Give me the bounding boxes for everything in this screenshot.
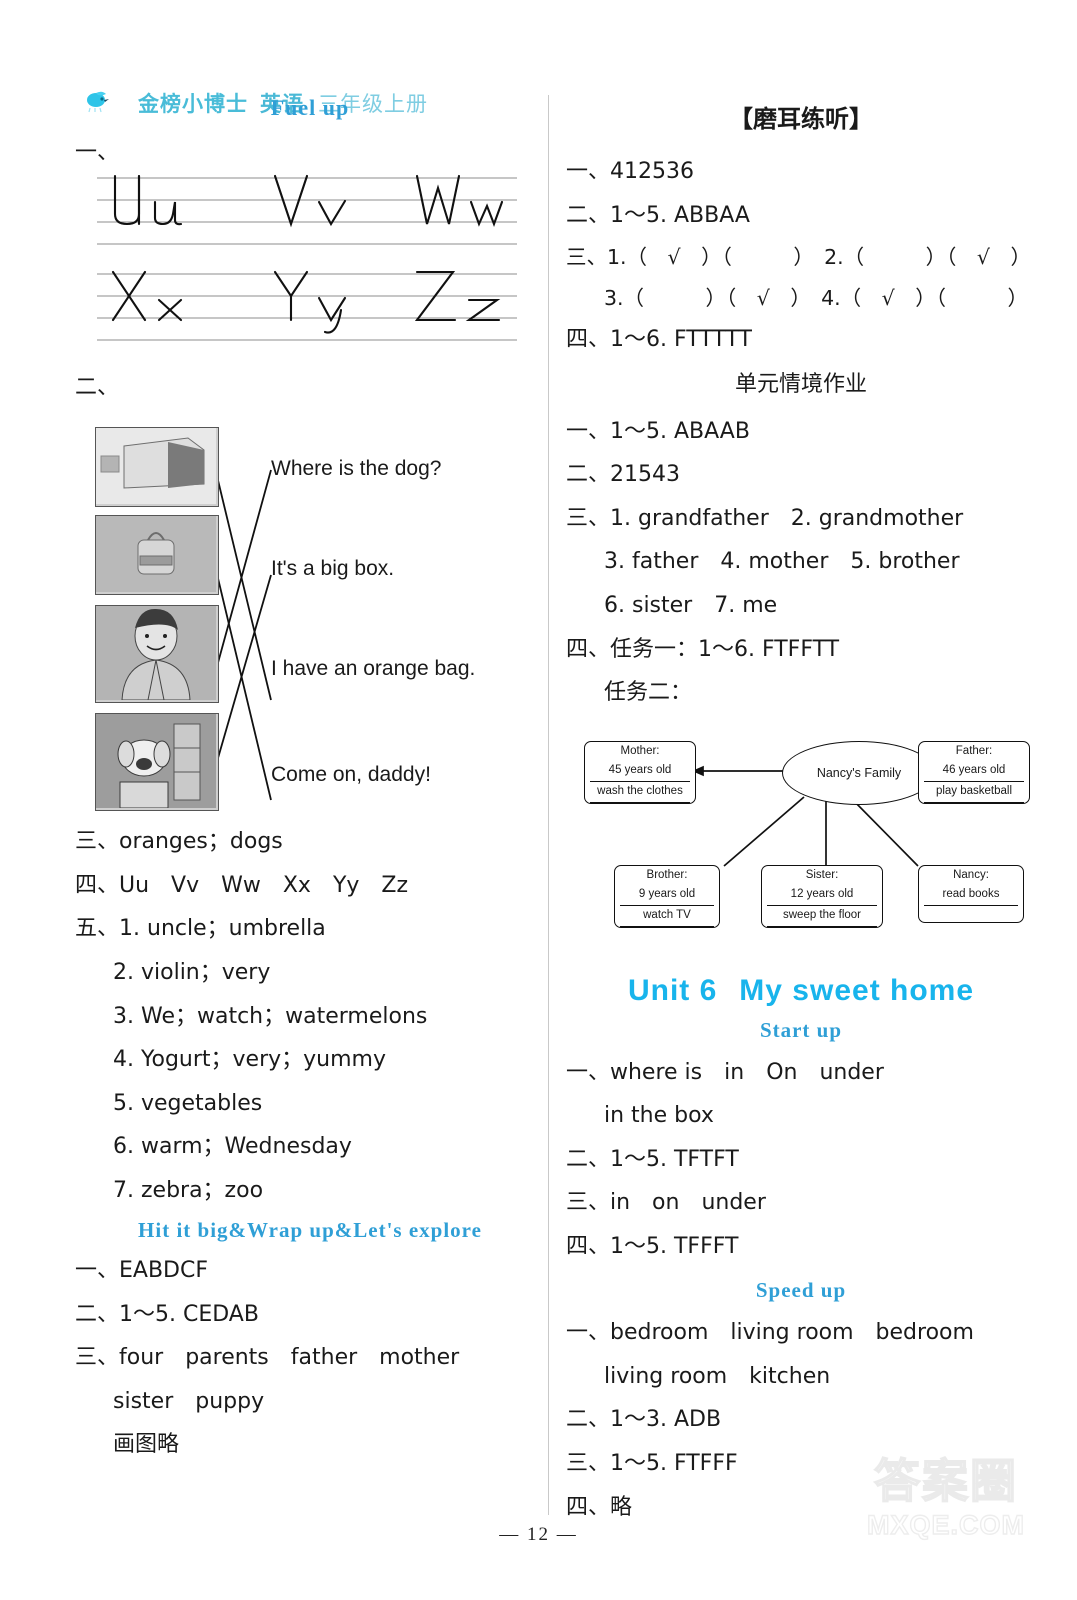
listening-section-title: 【磨耳练听】 xyxy=(729,105,873,133)
right-column: 【磨耳练听】 一、412536 二、1～5. ABBAA 三、1.（ √ ）（ … xyxy=(566,95,1036,1529)
answer-s2-q3-line2: sister puppy xyxy=(113,1388,265,1414)
mother-activity: wash the clothes xyxy=(590,782,690,804)
answer-q5-item-3: 3. We；watch；watermelons xyxy=(113,1003,428,1029)
mother-age: 45 years old xyxy=(590,761,690,783)
sister-activity: sweep the floor xyxy=(767,906,877,928)
q5-marker: 五、 xyxy=(75,916,120,942)
answer-task-q4-line1: 四、任务一：1～6. FTFFTT xyxy=(566,636,840,662)
nancy-family-chart: Nancy's Family Mother: 45 years old wash… xyxy=(566,721,1036,956)
picture-father xyxy=(95,605,219,704)
nancy-title: Nancy: xyxy=(953,868,989,881)
sister-age: 12 years old xyxy=(767,885,877,907)
four-line-guide-row2 xyxy=(97,271,517,341)
answer-s2-q3-line1: 三、four parents father mother xyxy=(75,1345,460,1371)
brother-title: Brother: xyxy=(646,868,688,881)
picture-big-box xyxy=(95,427,219,508)
speed-up-title: Speed up xyxy=(755,1278,847,1303)
answer-s2-q2: 二、1～5. CEDAB xyxy=(75,1301,259,1327)
column-divider xyxy=(548,95,549,1515)
answer-speedup-q2: 二、1～3. ADB xyxy=(566,1407,722,1433)
answer-s2-q3-line3: 画图略 xyxy=(113,1432,180,1458)
answer-task-q2: 二、21543 xyxy=(566,462,680,488)
answer-q3: 三、oranges；dogs xyxy=(75,829,283,855)
family-center-label: Nancy's Family xyxy=(816,765,902,780)
nancy-node: Nancy: read books xyxy=(918,864,1024,924)
sentence-4: Come on, daddy! xyxy=(271,763,431,787)
watermark-cn-text: 答案圈 xyxy=(873,1454,1018,1508)
answer-key-page: 金榜小博士 英语 三年级上册 Fuel up 一、 二、 Where is th… xyxy=(0,0,1077,1600)
sentence-2: It's a big box. xyxy=(271,557,395,581)
q5-text-1: 1. uncle；umbrella xyxy=(119,916,326,942)
answer-q5-item-6: 6. warm；Wednesday xyxy=(113,1134,352,1160)
matching-exercise: Where is the dog? It's a big box. I have… xyxy=(75,415,545,820)
left-column: Fuel up 一、 二、 Where is the dog? It's a b… xyxy=(75,95,545,1467)
unit6-name: My sweet home xyxy=(739,973,975,1007)
answer-q5-item-7: 7. zebra；zoo xyxy=(113,1177,264,1203)
sister-node: Sister: 12 years old sweep the floor xyxy=(761,864,883,929)
site-watermark: 答案圈 MXQE.COM xyxy=(841,1454,1051,1578)
fuel-up-title: Fuel up xyxy=(270,95,350,120)
answer-speedup-q1-line2: living room kitchen xyxy=(604,1363,831,1389)
answer-startup-q3: 三、in on under xyxy=(566,1190,766,1216)
unit6-heading: Unit 6 My sweet home xyxy=(566,974,1036,1008)
answer-q5-item-4: 4. Yogurt；very；yummy xyxy=(113,1047,387,1073)
brother-age: 9 years old xyxy=(620,885,714,907)
answer-q5-item-5: 5. vegetables xyxy=(113,1090,263,1116)
answer-listen-q3-line1: 三、1.（ √ ）（ ） 2.（ ）（ √ ） xyxy=(566,245,1031,270)
brother-node: Brother: 9 years old watch TV xyxy=(614,864,720,929)
q2-marker: 二、 xyxy=(75,375,120,401)
answer-task-q1: 一、1～5. ABAAB xyxy=(566,418,750,444)
answer-startup-q2: 二、1～5. TFTFT xyxy=(566,1146,739,1172)
answer-task-q3-line1: 三、1. grandfather 2. grandmother xyxy=(566,505,964,531)
unit-task-title: 单元情境作业 xyxy=(734,371,867,397)
unit6-number: Unit 6 xyxy=(627,973,718,1007)
answer-startup-q4: 四、1～5. TFFFT xyxy=(566,1233,739,1259)
nancy-blank-row xyxy=(919,906,1023,922)
answer-listen-q1: 一、412536 xyxy=(566,159,694,184)
answer-startup-q1-line2: in the box xyxy=(604,1103,714,1129)
answer-listen-q2: 二、1～5. ABBAA xyxy=(566,202,750,228)
answer-task-q3-line2: 3. father 4. mother 5. brother xyxy=(604,549,960,575)
answer-q4: 四、Uu Vv Ww Xx Yy Zz xyxy=(75,872,409,898)
mother-title: Mother: xyxy=(620,744,660,757)
answer-startup-q1-line1: 一、where is in On under xyxy=(566,1059,884,1085)
nancy-activity: read books xyxy=(924,885,1018,907)
page-header: 金榜小博士 英语 三年级上册 xyxy=(0,40,1077,116)
answer-q5-item-2: 2. violin；very xyxy=(113,960,271,986)
handwriting-practice xyxy=(97,174,517,352)
mother-node: Mother: 45 years old wash the clothes xyxy=(584,740,696,805)
father-age: 46 years old xyxy=(924,761,1024,783)
father-node: Father: 46 years old play basketball xyxy=(918,740,1030,805)
family-center-node: Nancy's Family xyxy=(782,740,936,805)
sentence-3: I have an orange bag. xyxy=(271,657,476,681)
answer-q5-item-1: 五、1. uncle；umbrella xyxy=(75,907,545,951)
watermark-en-text: MXQE.COM xyxy=(866,1509,1025,1540)
q1-marker: 一、 xyxy=(75,140,120,165)
answer-s2-q1: 一、EABDCF xyxy=(75,1258,208,1284)
father-title: Father: xyxy=(955,744,993,757)
sentence-1: Where is the dog? xyxy=(271,457,442,481)
father-activity: play basketball xyxy=(924,782,1024,804)
hit-it-big-title: Hit it big&Wrap up&Let's explore xyxy=(138,1218,482,1243)
picture-dog xyxy=(95,713,219,812)
answer-listen-q4: 四、1～6. FTTTTT xyxy=(566,327,752,353)
sister-title: Sister: xyxy=(805,868,839,881)
answer-task-q4-line2: 任务二： xyxy=(604,680,693,706)
picture-backpack xyxy=(95,515,219,596)
start-up-title: Start up xyxy=(759,1017,843,1042)
brother-activity: watch TV xyxy=(620,906,714,928)
answer-task-q3-line3: 6. sister 7. me xyxy=(604,592,778,618)
answer-speedup-q1-line1: 一、bedroom living room bedroom xyxy=(566,1320,974,1346)
four-line-guide-row1 xyxy=(97,175,517,245)
answer-listen-q3-line2: 3.（ ）（ √ ） 4.（ √ ）（ ） xyxy=(604,285,1028,310)
